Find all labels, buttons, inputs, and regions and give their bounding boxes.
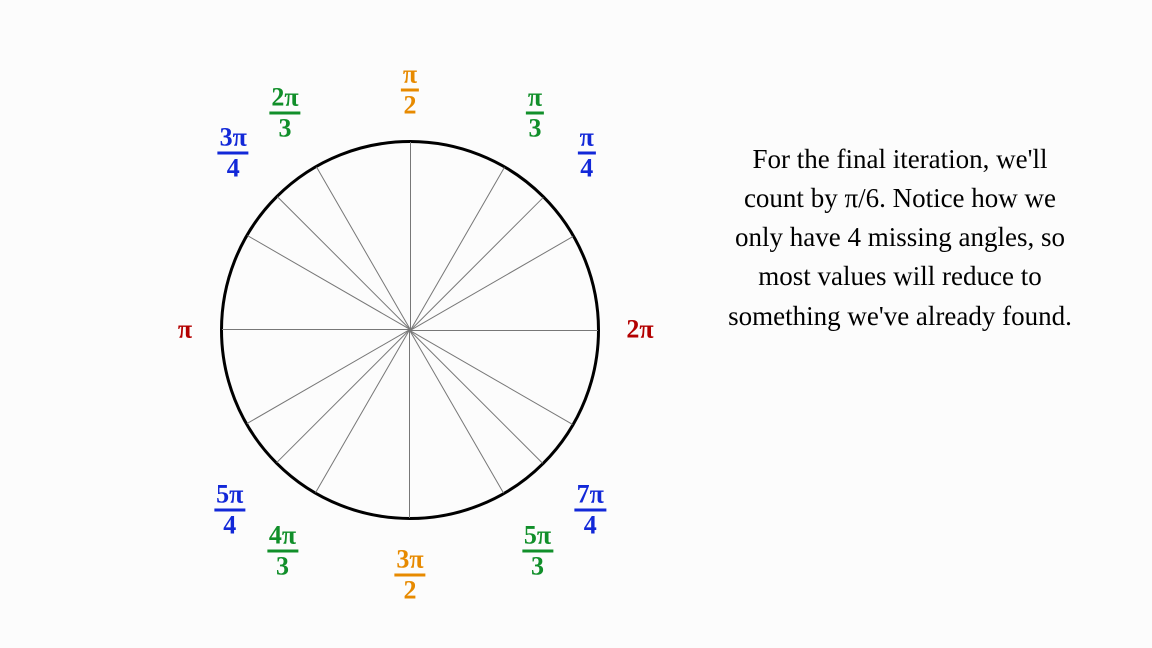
angle-label: 2π3: [269, 85, 300, 142]
fraction-denominator: 4: [223, 512, 236, 539]
fraction-numerator: 3π: [218, 125, 249, 155]
fraction-numerator: 2π: [624, 317, 655, 344]
fraction-numerator: π: [578, 125, 596, 155]
stage: 2ππ4π3π22π33π4π5π44π33π25π37π4 For the f…: [0, 0, 1152, 648]
fraction-numerator: 7π: [575, 482, 606, 512]
angle-label: 5π4: [214, 482, 245, 539]
angle-label: 2π: [624, 317, 655, 344]
fraction-numerator: π: [401, 62, 419, 92]
fraction-numerator: 4π: [267, 522, 298, 552]
fraction-numerator: π: [176, 317, 194, 344]
angle-label: 3π4: [218, 125, 249, 182]
angle-label: 4π3: [267, 522, 298, 579]
fraction-numerator: 2π: [269, 85, 300, 115]
angle-label: π3: [526, 85, 544, 142]
fraction-denominator: 2: [404, 92, 417, 119]
radius-line: [222, 329, 410, 330]
angle-label: π: [176, 317, 194, 344]
radius-line: [410, 330, 598, 331]
fraction-denominator: 3: [529, 115, 542, 142]
fraction-denominator: 3: [279, 115, 292, 142]
fraction-numerator: π: [526, 85, 544, 115]
fraction-denominator: 3: [531, 552, 544, 579]
unit-circle: [220, 140, 600, 520]
fraction-denominator: 4: [580, 155, 593, 182]
angle-label: 3π2: [394, 547, 425, 604]
radius-line: [410, 142, 411, 330]
fraction-denominator: 4: [227, 155, 240, 182]
angle-label: 5π3: [522, 522, 553, 579]
fraction-denominator: 4: [584, 512, 597, 539]
fraction-numerator: 5π: [522, 522, 553, 552]
fraction-denominator: 3: [276, 552, 289, 579]
angle-label: π4: [578, 125, 596, 182]
fraction-numerator: 5π: [214, 482, 245, 512]
angle-label: 7π4: [575, 482, 606, 539]
fraction-denominator: 2: [404, 577, 417, 604]
angle-label: π2: [401, 62, 419, 119]
radius-line: [409, 330, 410, 518]
fraction-numerator: 3π: [394, 547, 425, 577]
explanation-text: For the final iteration, we'll count by …: [720, 140, 1080, 336]
